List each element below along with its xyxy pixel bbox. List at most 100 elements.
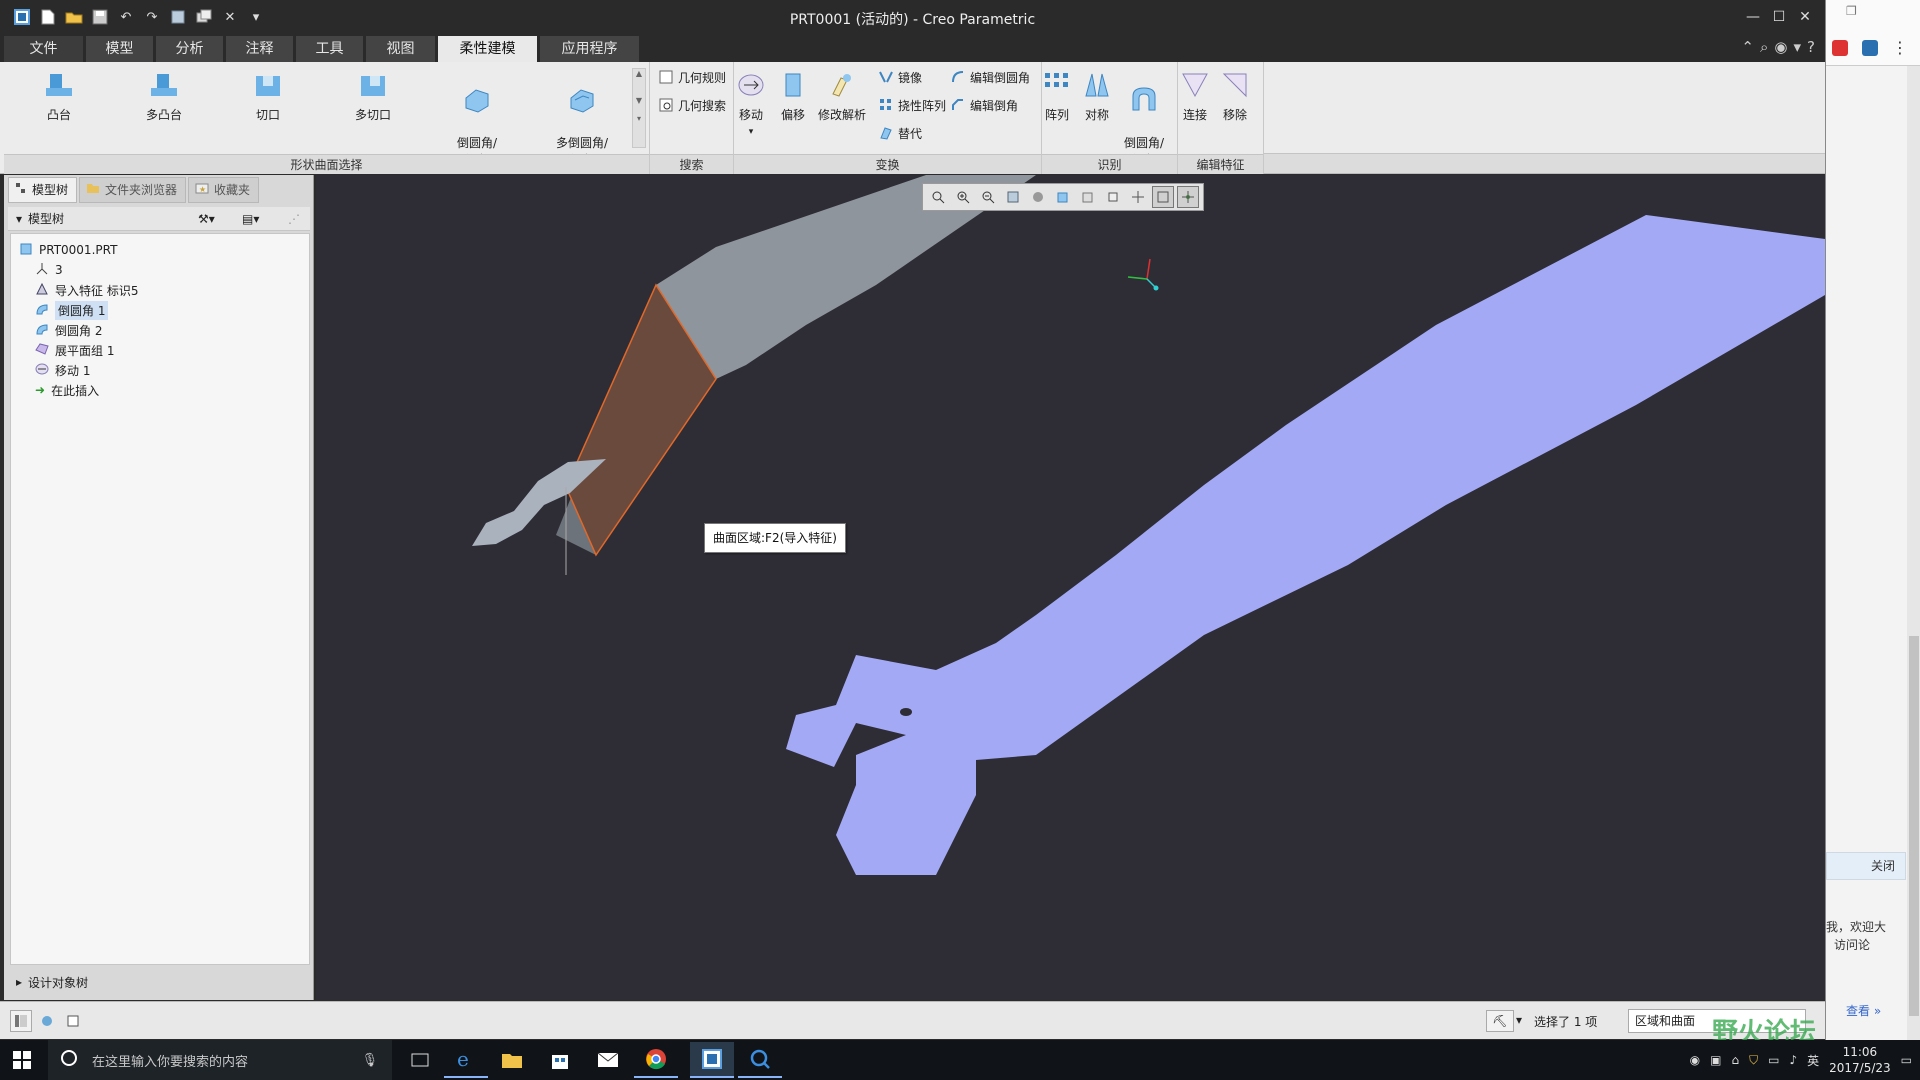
taskbar-search[interactable]: 在这里输入你要搜索的内容 🎙 [48, 1040, 392, 1080]
app-magnifier-icon[interactable] [738, 1042, 782, 1078]
offset-button[interactable]: 偏移 [768, 68, 818, 123]
edit-chamfer-icon [950, 97, 966, 113]
zoom-in-icon[interactable] [952, 186, 974, 208]
view-more-link[interactable]: 查看 » [1846, 1002, 1881, 1019]
tree-item-move-1[interactable]: 移动 1 [35, 360, 90, 380]
tab-tools[interactable]: 工具 [296, 36, 364, 62]
tray-network-icon[interactable]: ▭ [1768, 1053, 1779, 1067]
tray-record-icon[interactable]: ◉ [1690, 1053, 1700, 1067]
blue-part[interactable] [786, 215, 1825, 875]
tree-item-round-2[interactable]: 倒圆角 2 [35, 320, 102, 340]
show-navigator-icon[interactable] [10, 1010, 32, 1032]
multi-boss-button[interactable]: 多凸台 [129, 68, 199, 123]
search-icon[interactable]: ⌕ [1760, 38, 1768, 56]
app-blue-icon[interactable] [1862, 40, 1878, 56]
tray-shield-icon[interactable]: ⛉ [1749, 1053, 1758, 1068]
design-object-tree[interactable]: ▸ 设计对象树 [8, 971, 310, 993]
modify-analytic-button[interactable]: 修改解析 [812, 68, 872, 123]
tab-model[interactable]: 模型 [86, 36, 154, 62]
selection-filter-icon[interactable]: ⛏ [1486, 1010, 1514, 1032]
full-screen-icon[interactable] [62, 1010, 84, 1032]
cut-button[interactable]: 切口 [233, 68, 303, 123]
app-red-icon[interactable] [1832, 40, 1848, 56]
restore-icon[interactable]: ❐ [1846, 4, 1857, 18]
flexible-pattern-button[interactable]: 挠性阵列 [878, 94, 946, 116]
group-label-transform: 变换 [734, 154, 1041, 174]
community-icon[interactable]: ◉ [1774, 38, 1787, 56]
boss-button[interactable]: 凸台 [24, 68, 94, 123]
ribbon: 凸台 多凸台 切口 多切口 倒圆角/ 倒角 多倒圆角/ 倒角 ▲▼▾ 形状曲面选… [0, 62, 1825, 174]
tray-app-icon[interactable]: ▣ [1710, 1053, 1721, 1067]
refit-icon[interactable] [927, 186, 949, 208]
spin-center-icon[interactable] [1177, 186, 1199, 208]
tab-annotate[interactable]: 注释 [226, 36, 294, 62]
help-icon[interactable]: ? [1807, 38, 1815, 56]
mirror-button[interactable]: 镜像 [878, 66, 922, 88]
close-link[interactable]: 关闭 [1826, 852, 1906, 880]
tree-item-round-1[interactable]: 倒圆角 1 [35, 300, 109, 320]
collapse-arrow-icon[interactable]: ▾ [16, 212, 22, 226]
geometry-search-button[interactable]: 几何搜索 [658, 94, 726, 116]
tree-filter-icon[interactable]: ⋰ [288, 212, 300, 226]
edge-browser-icon[interactable]: e [444, 1042, 488, 1078]
maximize-button[interactable]: ☐ [1768, 6, 1790, 28]
more-options-icon[interactable]: ⋮ [1892, 38, 1908, 57]
notification-icon[interactable]: ▭ [1901, 1053, 1912, 1067]
file-explorer-icon[interactable] [490, 1042, 534, 1078]
ime-indicator[interactable]: 英 [1807, 1052, 1819, 1069]
tree-item-insert-here[interactable]: ➜ 在此插入 [35, 380, 99, 400]
zoom-out-icon[interactable] [977, 186, 999, 208]
tab-file[interactable]: 文件 [4, 36, 84, 62]
side-scrollbar-thumb[interactable] [1909, 636, 1919, 1016]
tab-analysis[interactable]: 分析 [156, 36, 224, 62]
tree-item-root[interactable]: PRT0001.PRT [19, 240, 117, 260]
gallery-scroll[interactable]: ▲ ▼ ▾ [632, 68, 646, 148]
microphone-icon[interactable]: 🎙 [361, 1053, 378, 1068]
multi-cut-button[interactable]: 多切口 [338, 68, 408, 123]
repaint-icon[interactable] [1002, 186, 1024, 208]
remove-button[interactable]: 移除 [1210, 68, 1260, 123]
tray-volume-icon[interactable]: ♪ [1789, 1053, 1797, 1067]
substitute-button[interactable]: 替代 [878, 122, 922, 144]
datum-display-icon[interactable] [1127, 186, 1149, 208]
mail-icon[interactable] [586, 1042, 630, 1078]
selection-dropdown-icon[interactable]: ▾ [1516, 1013, 1522, 1027]
pattern-icon [1040, 68, 1074, 102]
collapse-ribbon-icon[interactable]: ⌃ [1741, 38, 1754, 56]
dropdown-icon[interactable]: ▾ [1794, 38, 1802, 56]
tab-folder-browser[interactable]: 文件夹浏览器 [79, 177, 187, 203]
close-button[interactable]: ✕ [1794, 6, 1816, 28]
tab-view[interactable]: 视图 [366, 36, 436, 62]
model-geometry[interactable] [316, 175, 1825, 1000]
display-style-icon[interactable] [1027, 186, 1049, 208]
browser-icon[interactable] [36, 1010, 58, 1032]
tree-item-3[interactable]: 3 [35, 260, 63, 280]
edit-chamfer-button[interactable]: 编辑倒角 [950, 94, 1018, 116]
view-manager-icon[interactable] [1077, 186, 1099, 208]
creo-parametric-icon[interactable] [690, 1042, 734, 1078]
tree-settings-icon[interactable]: ⚒▾ [198, 212, 215, 226]
saved-views-icon[interactable] [1052, 186, 1074, 208]
tree-columns-icon[interactable]: ▤▾ [242, 212, 259, 226]
tab-applications[interactable]: 应用程序 [540, 36, 640, 62]
graphics-window[interactable] [316, 175, 1825, 1000]
geometry-rule-button[interactable]: 几何规则 [658, 66, 726, 88]
chrome-icon[interactable] [634, 1042, 678, 1078]
edit-round-button[interactable]: 编辑倒圆角 [950, 66, 1030, 88]
tab-flexible-modeling[interactable]: 柔性建模 [438, 36, 538, 62]
multi-round-chamfer-button[interactable]: 多倒圆角/ 倒角 [547, 68, 617, 168]
round-chamfer-button[interactable]: 倒圆角/ 倒角 [442, 68, 512, 168]
perspective-icon[interactable] [1102, 186, 1124, 208]
recognize-round-chamfer-button[interactable]: 倒圆角/ 倒角 [1114, 68, 1174, 168]
task-view-icon[interactable] [398, 1042, 442, 1078]
tree-item-import-feature[interactable]: 导入特征 标识5 [35, 280, 138, 300]
tree-item-flatten-quilt[interactable]: 展平面组 1 [35, 340, 114, 360]
store-icon[interactable] [538, 1042, 582, 1078]
tray-usb-icon[interactable]: ⌂ [1731, 1053, 1739, 1067]
annotation-display-icon[interactable] [1152, 186, 1174, 208]
minimize-button[interactable]: — [1742, 6, 1764, 28]
windows-start-icon[interactable] [10, 1048, 34, 1072]
tab-favorites[interactable]: ★ 收藏夹 [188, 177, 260, 203]
tab-model-tree[interactable]: 模型树 [8, 177, 78, 203]
clock[interactable]: 11:06 2017/5/23 [1829, 1044, 1891, 1076]
